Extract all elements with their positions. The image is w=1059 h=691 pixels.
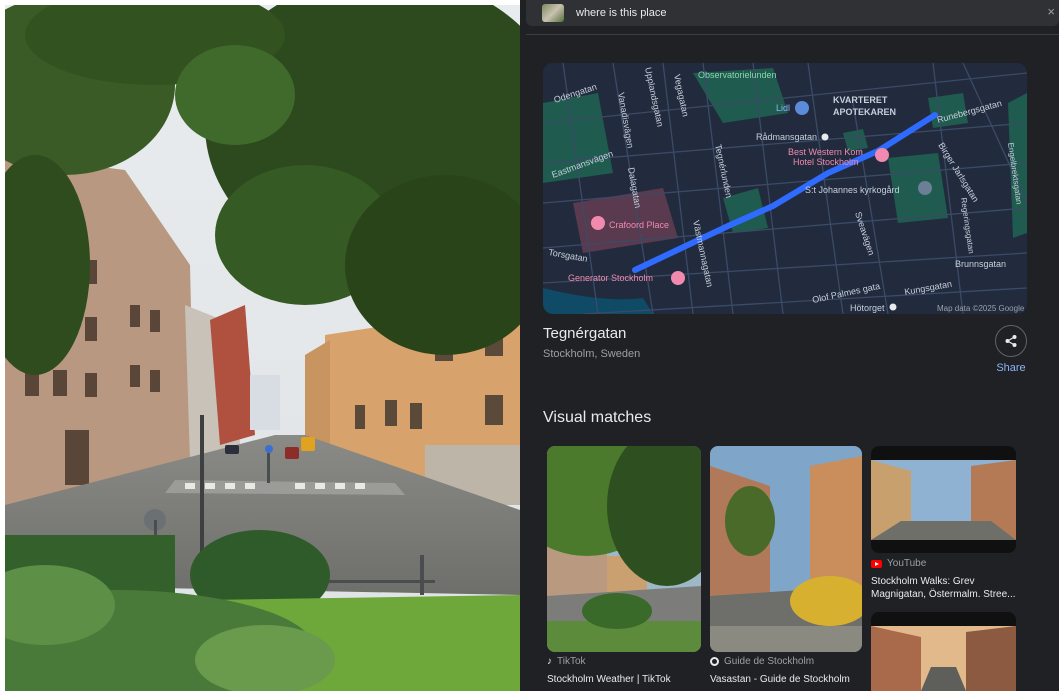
match-source-label: TikTok xyxy=(557,656,586,667)
visual-match-card[interactable]: YouTube Stockholm Walks: Grev Magnigatan… xyxy=(871,446,1021,606)
search-query-text[interactable]: where is this place xyxy=(576,7,667,19)
share-icon xyxy=(1005,335,1017,347)
match-thumbnail[interactable] xyxy=(871,446,1016,553)
close-icon[interactable]: × xyxy=(1047,4,1055,20)
visual-match-card[interactable]: ♪ TikTok Stockholm Weather | TikTok xyxy=(547,446,701,691)
hotel-pin-icon[interactable] xyxy=(671,271,685,285)
visual-match-card[interactable]: Guide de Stockholm Vasastan - Guide de S… xyxy=(710,446,862,691)
transit-icon[interactable] xyxy=(889,303,897,311)
match-thumbnail[interactable] xyxy=(710,446,862,652)
transit-icon[interactable] xyxy=(821,133,829,141)
match-thumbnail[interactable] xyxy=(547,446,701,652)
match-source: Guide de Stockholm xyxy=(710,656,814,667)
match-title[interactable]: Stockholm Weather | TikTok xyxy=(547,673,701,686)
map-label-radmansgatan: Rådmansgatan xyxy=(756,132,817,142)
match-source: YouTube xyxy=(871,558,926,569)
hotel-pin-icon[interactable] xyxy=(875,148,889,162)
map-canvas[interactable]: Observatorielunden Odengatan Vanadisväge… xyxy=(543,63,1027,314)
map-label-sjohannes: S:t Johannes kyrkogård xyxy=(805,185,900,195)
match-source-label: Guide de Stockholm xyxy=(724,656,815,667)
query-photo xyxy=(5,5,520,691)
map-label-observatorielunden: Observatorielunden xyxy=(698,70,777,80)
share-button[interactable] xyxy=(995,325,1027,357)
tiktok-icon: ♪ xyxy=(547,656,552,667)
search-bar[interactable]: where is this place × xyxy=(526,0,1059,26)
match-source: ♪ TikTok xyxy=(547,656,586,667)
map-label-hotorget: Hötorget xyxy=(850,303,885,313)
map-label-kvarteret: KVARTERET xyxy=(833,95,888,105)
map-label-lidl: Lidl xyxy=(776,103,790,113)
visual-matches-heading: Visual matches xyxy=(543,409,652,426)
map-label-apotekaren: APOTEKAREN xyxy=(833,107,896,117)
visual-match-card[interactable] xyxy=(871,612,1016,691)
location-map[interactable]: Observatorielunden Odengatan Vanadisväge… xyxy=(543,63,1027,314)
match-title[interactable]: Stockholm Walks: Grev Magnigatan, Österm… xyxy=(871,575,1021,601)
guide-site-icon xyxy=(710,657,719,666)
share-label[interactable]: Share xyxy=(990,362,1032,374)
match-thumbnail[interactable] xyxy=(871,612,1016,691)
street-scene-image xyxy=(5,5,520,691)
map-attribution: Map data ©2025 Google xyxy=(937,304,1025,313)
youtube-icon xyxy=(871,559,882,568)
map-label-brunnsgatan: Brunnsgatan xyxy=(955,259,1006,269)
place-title: Tegnérgatan xyxy=(543,325,627,342)
place-location: Stockholm, Sweden xyxy=(543,348,641,360)
map-label-crafoord: Crafoord Place xyxy=(609,220,669,230)
divider xyxy=(526,34,1059,35)
poi-pin-icon[interactable] xyxy=(591,216,605,230)
map-label-bestwestern-2: Hotel Stockholm xyxy=(793,157,859,167)
shopping-pin-icon[interactable] xyxy=(795,101,809,115)
lens-results-panel: where is this place × Observatorielunden… xyxy=(520,0,1059,691)
map-label-bestwestern-1: Best Western Kom xyxy=(788,147,863,157)
query-thumbnail[interactable] xyxy=(542,4,564,22)
match-source-label: YouTube xyxy=(887,558,927,569)
church-pin-icon[interactable] xyxy=(918,181,932,195)
map-label-generator: Generator Stockholm xyxy=(568,273,653,283)
match-title[interactable]: Vasastan - Guide de Stockholm xyxy=(710,673,862,686)
